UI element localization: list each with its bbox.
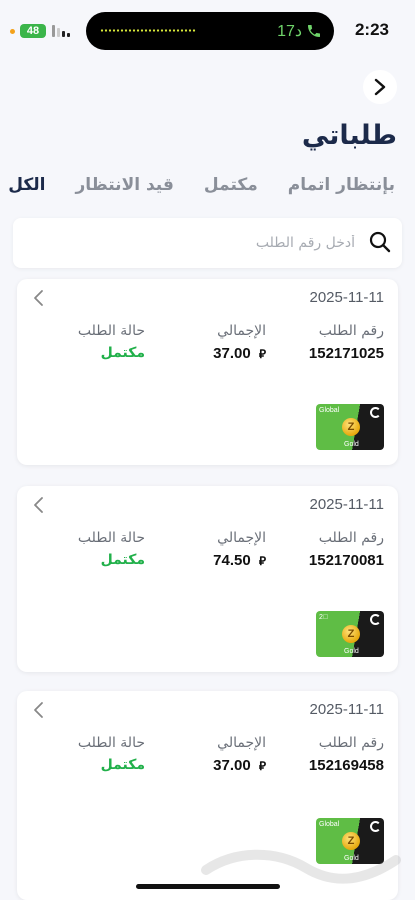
tab-completed[interactable]: مكتمل — [204, 175, 258, 195]
order-number-value: 152169458 — [308, 757, 384, 774]
order-status-label: حالة الطلب — [77, 323, 145, 339]
signal-icon — [52, 25, 70, 37]
order-card[interactable]: 2025-11-11 رقم الطلب 152170081 الإجمالي … — [17, 486, 398, 672]
brand-logo-icon — [370, 407, 381, 418]
order-date: 2025-11-11 — [309, 496, 384, 513]
order-search-input[interactable] — [25, 218, 355, 268]
gift-card-label: Global — [319, 407, 340, 414]
order-status-value: مكتمل — [100, 757, 145, 773]
search-bar — [13, 218, 402, 268]
call-indicator: 17د — [277, 21, 322, 41]
riyal-icon: ⃁ — [258, 554, 266, 568]
coin-icon: Z — [342, 418, 360, 436]
tab-all[interactable]: الكل — [8, 175, 45, 195]
page-title: طلباتي — [301, 120, 397, 151]
chevron-left-icon[interactable] — [31, 496, 47, 514]
order-date: 2025-11-11 — [309, 701, 384, 718]
gift-card-thumbnail: 2⃣ Z Gold — [316, 611, 384, 657]
status-bar: 48 17د 2:23 — [0, 0, 415, 62]
total-label: الإجمالي — [217, 530, 266, 546]
order-card[interactable]: 2025-11-11 رقم الطلب 152171025 الإجمالي … — [17, 279, 398, 465]
coin-icon: Z — [342, 625, 360, 643]
total-label: الإجمالي — [217, 323, 266, 339]
order-status-column: حالة الطلب مكتمل — [78, 530, 145, 568]
order-number-column: رقم الطلب 152169458 — [309, 735, 384, 774]
tab-pending[interactable]: قيد الانتظار — [76, 175, 174, 195]
total-value-row: ⃁ 37.00 — [213, 345, 266, 362]
order-date: 2025-11-11 — [309, 289, 384, 306]
gift-card-label: Global — [319, 821, 340, 828]
order-number-value: 152171025 — [308, 345, 384, 362]
total-column: الإجمالي ⃁ 37.00 — [213, 735, 266, 774]
riyal-icon: ⃁ — [258, 759, 266, 773]
order-number-label: رقم الطلب — [318, 530, 384, 546]
chevron-left-icon[interactable] — [31, 701, 47, 719]
gift-card-tier: Gold — [344, 441, 359, 448]
back-button[interactable] — [363, 70, 397, 104]
total-column: الإجمالي ⃁ 37.00 — [213, 323, 266, 362]
order-number-label: رقم الطلب — [318, 735, 384, 751]
call-timer: 17د — [277, 23, 302, 40]
gift-card-thumbnail: Global Z Gold — [316, 404, 384, 450]
watermark-logo — [201, 849, 401, 884]
total-column: الإجمالي ⃁ 74.50 — [213, 530, 266, 569]
order-number-column: رقم الطلب 152170081 — [309, 530, 384, 569]
chevron-right-icon — [374, 78, 386, 96]
chevron-left-icon[interactable] — [31, 289, 47, 307]
privacy-indicator-icon — [10, 29, 15, 34]
riyal-icon: ⃁ — [258, 347, 266, 361]
dynamic-island[interactable]: 17د — [86, 12, 334, 50]
order-status-value: مكتمل — [100, 552, 145, 568]
brand-logo-icon — [370, 614, 381, 625]
order-status-value: مكتمل — [100, 345, 145, 361]
order-status-column: حالة الطلب مكتمل — [78, 735, 145, 773]
order-number-label: رقم الطلب — [318, 323, 384, 339]
total-value: 37.00 — [213, 345, 251, 362]
status-time: 2:23 — [354, 20, 389, 39]
audio-waveform-icon — [100, 29, 196, 32]
search-icon[interactable] — [368, 230, 392, 254]
order-number-column: رقم الطلب 152171025 — [309, 323, 384, 362]
status-tabs: الكل قيد الانتظار مكتمل بإنتظار اتمام — [8, 175, 395, 195]
order-status-label: حالة الطلب — [77, 735, 145, 751]
order-status-label: حالة الطلب — [77, 530, 145, 546]
phone-icon — [308, 25, 320, 37]
total-value: 37.00 — [213, 757, 251, 774]
order-number-value: 152170081 — [308, 552, 384, 569]
total-value: 74.50 — [213, 552, 251, 569]
brand-logo-icon — [370, 821, 381, 832]
gift-card-label: 2⃣ — [319, 614, 329, 621]
tab-awaiting-completion[interactable]: بإنتظار اتمام — [288, 175, 395, 195]
total-value-row: ⃁ 74.50 — [213, 552, 266, 569]
total-value-row: ⃁ 37.00 — [213, 757, 266, 774]
gift-card-tier: Gold — [344, 648, 359, 655]
order-status-column: حالة الطلب مكتمل — [78, 323, 145, 361]
battery-indicator: 48 — [20, 24, 46, 38]
home-indicator[interactable] — [136, 884, 280, 889]
total-label: الإجمالي — [217, 735, 266, 751]
